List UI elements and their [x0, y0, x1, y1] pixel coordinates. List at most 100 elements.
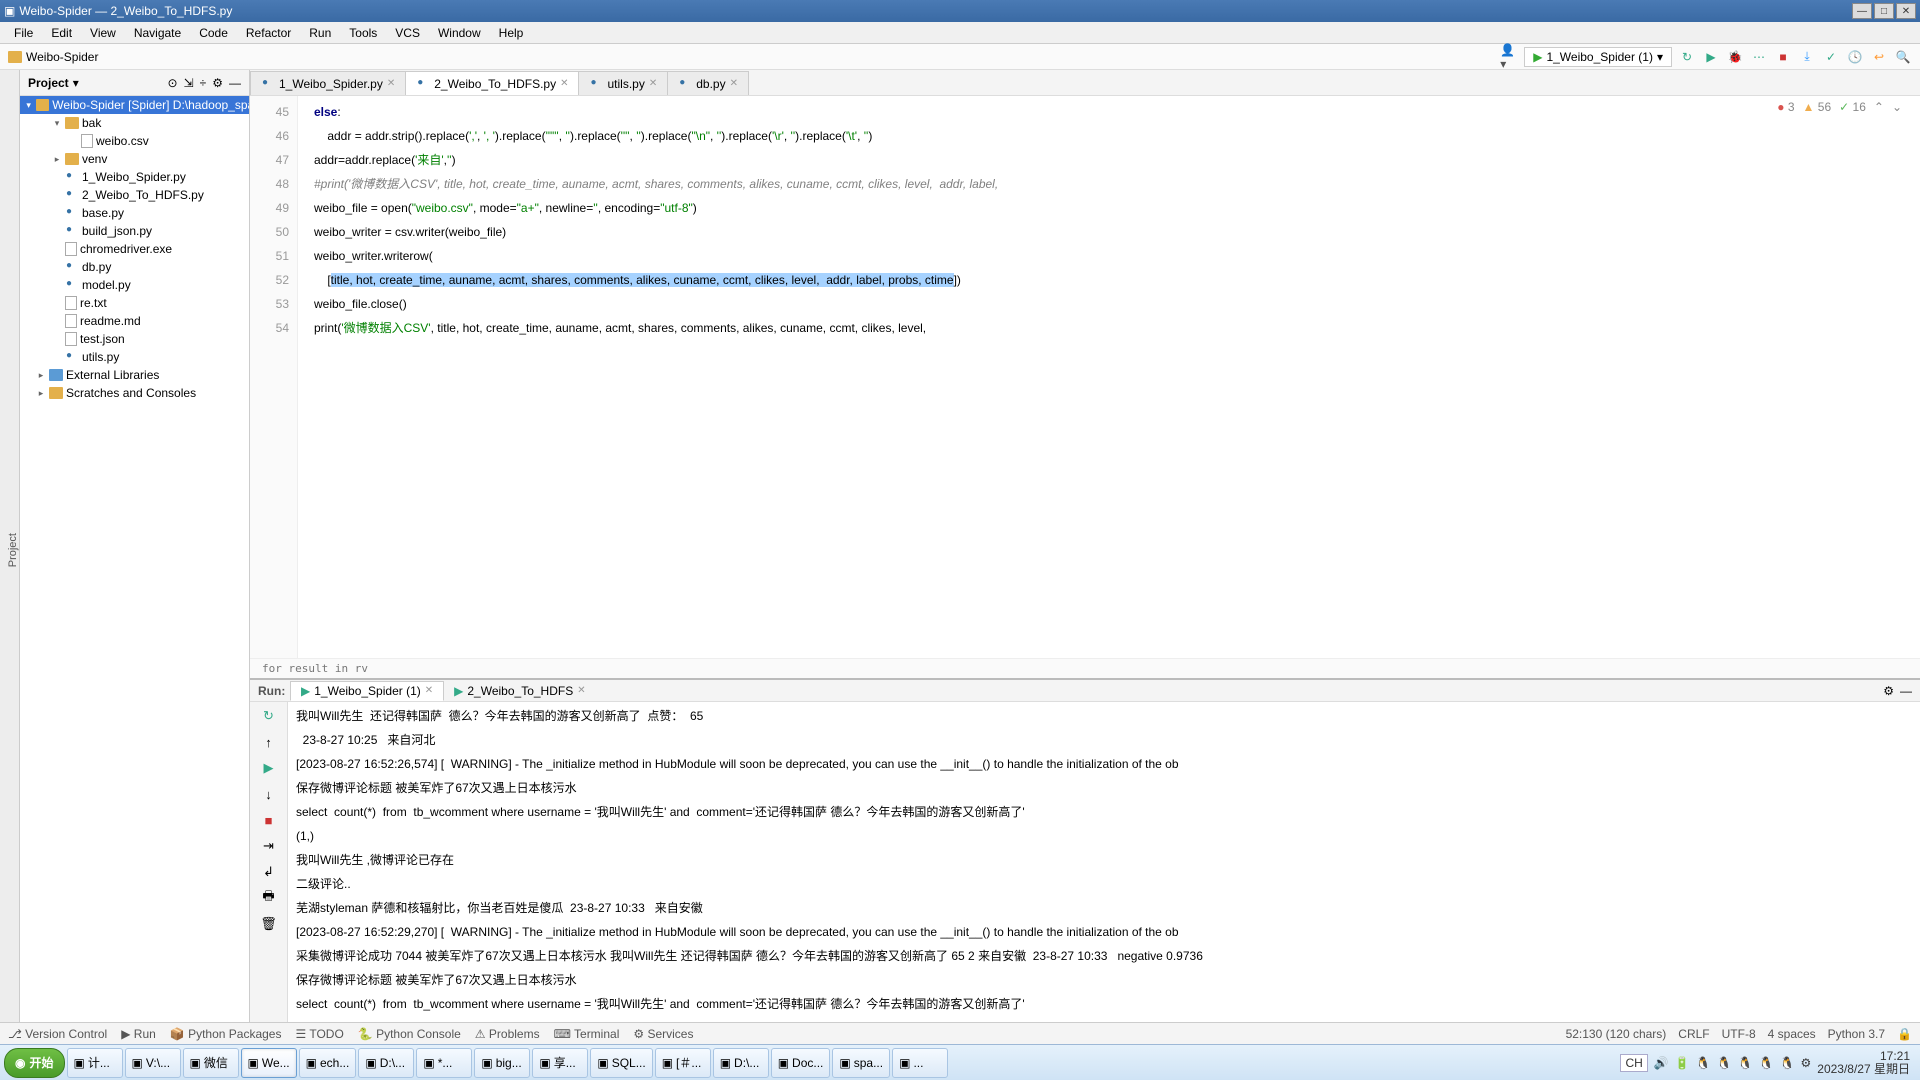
trash-icon[interactable]: 🗑: [259, 914, 279, 934]
system-tray[interactable]: CH 🔊 🔋 🐧 🐧 🐧 🐧 🐧 ⚙ 17:21 2023/8/27 星期日: [1620, 1050, 1916, 1076]
close-icon[interactable]: ✕: [730, 78, 738, 89]
taskbar-item[interactable]: ▣微信: [183, 1048, 239, 1078]
editor-tab[interactable]: db.py✕: [667, 71, 749, 95]
tree-item[interactable]: model.py: [20, 276, 249, 294]
run-button[interactable]: ▶: [1702, 48, 1720, 66]
taskbar-item[interactable]: ▣享...: [532, 1048, 588, 1078]
git-update-icon[interactable]: ⤓: [1798, 48, 1816, 66]
soft-wrap-icon[interactable]: ↲: [259, 862, 279, 882]
tree-item[interactable]: re.txt: [20, 294, 249, 312]
menu-help[interactable]: Help: [491, 24, 532, 42]
close-icon[interactable]: ✕: [560, 78, 568, 89]
debug-button[interactable]: 🐞: [1726, 48, 1744, 66]
menu-view[interactable]: View: [82, 24, 124, 42]
status-item[interactable]: 52:130 (120 chars): [1566, 1027, 1667, 1041]
taskbar-item[interactable]: ▣D:\...: [713, 1048, 769, 1078]
taskbar-item[interactable]: ▣V:\...: [125, 1048, 181, 1078]
bottom-tool-version-control[interactable]: ⎇ Version Control: [8, 1027, 107, 1041]
tree-item[interactable]: weibo.csv: [20, 132, 249, 150]
gear-icon[interactable]: ⚙: [212, 76, 223, 90]
editor-tab[interactable]: utils.py✕: [578, 71, 668, 95]
taskbar-item[interactable]: ▣Doc...: [771, 1048, 831, 1078]
taskbar-item[interactable]: ▣D:\...: [358, 1048, 414, 1078]
tray-icon[interactable]: 🔊: [1654, 1056, 1669, 1070]
close-button[interactable]: ✕: [1896, 3, 1916, 19]
bottom-tool-services[interactable]: ⚙ Services: [633, 1027, 693, 1041]
taskbar-item[interactable]: ▣[＃...: [655, 1048, 711, 1078]
menu-run[interactable]: Run: [301, 24, 339, 42]
hide-icon[interactable]: —: [229, 76, 241, 90]
close-icon[interactable]: ✕: [577, 685, 585, 696]
minimize-button[interactable]: —: [1852, 3, 1872, 19]
close-icon[interactable]: ✕: [649, 78, 657, 89]
close-icon[interactable]: ✕: [425, 685, 433, 696]
code-breadcrumb[interactable]: for result in rv: [250, 658, 1920, 678]
run-config-selector[interactable]: ▶1_Weibo_Spider (1)▾: [1524, 47, 1672, 67]
taskbar-item[interactable]: ▣计...: [67, 1048, 123, 1078]
more-run-icon[interactable]: ⋯: [1750, 48, 1768, 66]
tree-item[interactable]: ▸External Libraries: [20, 366, 249, 384]
tray-lang[interactable]: CH: [1620, 1054, 1647, 1072]
exit-icon[interactable]: ⇥: [259, 836, 279, 856]
menu-edit[interactable]: Edit: [43, 24, 80, 42]
stop-button[interactable]: ■: [1774, 48, 1792, 66]
project-tool-tab[interactable]: Project: [7, 533, 19, 567]
bottom-tool-todo[interactable]: ☰ TODO: [295, 1027, 343, 1041]
tree-item[interactable]: base.py: [20, 204, 249, 222]
scroll-up-icon[interactable]: ↑: [259, 732, 279, 752]
menu-tools[interactable]: Tools: [341, 24, 385, 42]
menu-refactor[interactable]: Refactor: [238, 24, 299, 42]
bottom-tool-python-console[interactable]: 🐍 Python Console: [358, 1027, 461, 1041]
tray-icon[interactable]: 🐧: [1759, 1056, 1774, 1070]
expand-all-icon[interactable]: ⇲: [184, 76, 194, 90]
taskbar-item[interactable]: ▣SQL...: [590, 1048, 652, 1078]
console-output[interactable]: 我叫Will先生 还记得韩国萨 德么？今年去韩国的游客又创新高了 点赞： 65 …: [288, 702, 1920, 1022]
tray-icon[interactable]: 🐧: [1696, 1056, 1711, 1070]
code-editor[interactable]: 45464748495051525354 else: addr = addr.s…: [250, 96, 1920, 658]
run-settings-icon[interactable]: ⚙: [1883, 684, 1894, 698]
print-icon[interactable]: 🖶: [259, 888, 279, 908]
tree-item[interactable]: chromedriver.exe: [20, 240, 249, 258]
taskbar-item[interactable]: ▣...: [892, 1048, 948, 1078]
collapse-all-icon[interactable]: ÷: [200, 76, 207, 90]
status-item[interactable]: Python 3.7: [1828, 1027, 1885, 1041]
maximize-button[interactable]: □: [1874, 3, 1894, 19]
menu-file[interactable]: File: [6, 24, 41, 42]
tray-icon[interactable]: ⚙: [1801, 1056, 1812, 1070]
status-item[interactable]: 4 spaces: [1768, 1027, 1816, 1041]
git-commit-icon[interactable]: ✓: [1822, 48, 1840, 66]
editor-tab[interactable]: 1_Weibo_Spider.py✕: [250, 71, 406, 95]
tree-item[interactable]: 2_Weibo_To_HDFS.py: [20, 186, 249, 204]
tray-icon[interactable]: 🐧: [1780, 1056, 1795, 1070]
menu-navigate[interactable]: Navigate: [126, 24, 189, 42]
git-history-icon[interactable]: 🕓: [1846, 48, 1864, 66]
tray-icon[interactable]: 🐧: [1738, 1056, 1753, 1070]
tree-item[interactable]: ▸Scratches and Consoles: [20, 384, 249, 402]
close-icon[interactable]: ✕: [387, 78, 395, 89]
bottom-tool-python-packages[interactable]: 📦 Python Packages: [170, 1027, 282, 1041]
bottom-tool-run[interactable]: ▶ Run: [121, 1027, 156, 1041]
tray-icon[interactable]: 🔋: [1675, 1056, 1690, 1070]
status-item[interactable]: UTF-8: [1722, 1027, 1756, 1041]
taskbar-item[interactable]: ▣*...: [416, 1048, 472, 1078]
user-icon[interactable]: 👤▾: [1500, 48, 1518, 66]
inspection-widget[interactable]: 3 56 16 ⌃⌄: [1777, 100, 1902, 114]
taskbar-item[interactable]: ▣ech...: [299, 1048, 357, 1078]
bottom-tool-problems[interactable]: ⚠ Problems: [475, 1027, 540, 1041]
run-tab[interactable]: ▶ 1_Weibo_Spider (1) ✕: [290, 681, 444, 701]
tree-item[interactable]: db.py: [20, 258, 249, 276]
menu-code[interactable]: Code: [191, 24, 236, 42]
bottom-tool-terminal[interactable]: ⌨ Terminal: [554, 1027, 620, 1041]
taskbar-item[interactable]: ▣We...: [241, 1048, 297, 1078]
tray-clock[interactable]: 17:21 2023/8/27 星期日: [1817, 1050, 1910, 1076]
stop-run-button[interactable]: ■: [259, 810, 279, 830]
taskbar-item[interactable]: ▣big...: [474, 1048, 530, 1078]
breadcrumb-project[interactable]: Weibo-Spider: [26, 50, 98, 64]
run-hide-icon[interactable]: —: [1900, 684, 1912, 698]
taskbar-item[interactable]: ▣spa...: [832, 1048, 890, 1078]
rerun-button[interactable]: ↻: [259, 706, 279, 726]
scroll-down-icon[interactable]: ↓: [259, 784, 279, 804]
status-item[interactable]: CRLF: [1678, 1027, 1709, 1041]
tray-icon[interactable]: 🐧: [1717, 1056, 1732, 1070]
tree-item[interactable]: ▾bak: [20, 114, 249, 132]
